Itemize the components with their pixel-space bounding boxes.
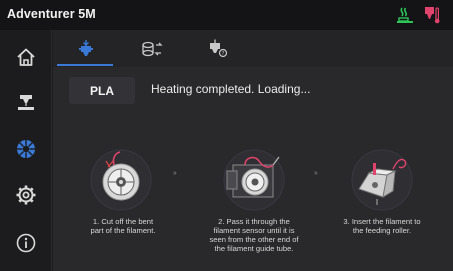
nozzle-heating-icon [421, 4, 443, 26]
step-arrow-1: ›› [173, 170, 177, 177]
tab-unload-filament[interactable]: ? [191, 33, 245, 65]
step-3-illustration [347, 147, 417, 213]
printer-icon [18, 95, 34, 110]
step-arrow-2: ›› [314, 170, 318, 177]
filament-spool-switch-icon [142, 41, 163, 57]
load-filament-icon [79, 40, 93, 56]
unload-filament-icon: ? [210, 39, 228, 57]
home-icon [17, 48, 35, 66]
step-1-line-1: 1. Cut off the bent [92, 217, 154, 226]
step-1-illustration [86, 147, 156, 213]
bed-heating-icon [394, 4, 416, 26]
filament-icon [17, 140, 35, 158]
material-badge: PLA [69, 77, 135, 104]
sidebar-item-printer[interactable] [0, 80, 52, 126]
step-3-caption: 3. Insert the filament to the feeding ro… [327, 217, 437, 235]
svg-text:?: ? [222, 51, 225, 57]
app-title: Adventurer 5M [7, 7, 96, 21]
step-1-line-2: part of the filament. [90, 226, 156, 235]
settings-gear-icon [16, 185, 36, 205]
sidebar-nav [0, 30, 52, 271]
active-tab-indicator [57, 64, 113, 66]
sidebar-item-settings[interactable] [0, 172, 52, 218]
step-3-line-2: the feeding roller. [352, 226, 412, 235]
step-2-line-4: the filament guide tube. [214, 244, 294, 253]
tab-load-filament[interactable] [59, 33, 113, 65]
step-2-caption: 2. Pass it through the filament sensor u… [199, 217, 309, 253]
step-2-line-1: 2. Pass it through the [218, 217, 290, 226]
step-2-line-3: seen from the other end of [209, 235, 299, 244]
sidebar-item-info[interactable] [0, 220, 52, 266]
loading-status-text: Heating completed. Loading... [151, 82, 311, 96]
info-icon [16, 233, 36, 253]
step-2-line-2: filament sensor until it is [213, 226, 295, 235]
main-panel: ? PLA Heating completed. Loading... ›› ›… [53, 30, 453, 271]
step-1-caption: 1. Cut off the bent part of the filament… [73, 217, 173, 235]
step-2-illustration [219, 147, 289, 213]
tab-spool-switch[interactable] [125, 33, 179, 65]
sidebar-item-home[interactable] [0, 34, 52, 80]
step-3-line-1: 3. Insert the filament to [343, 217, 421, 226]
tab-bar: ? [53, 30, 453, 67]
top-bar: Adventurer 5M [0, 0, 453, 30]
sidebar-item-filament[interactable] [0, 126, 52, 172]
